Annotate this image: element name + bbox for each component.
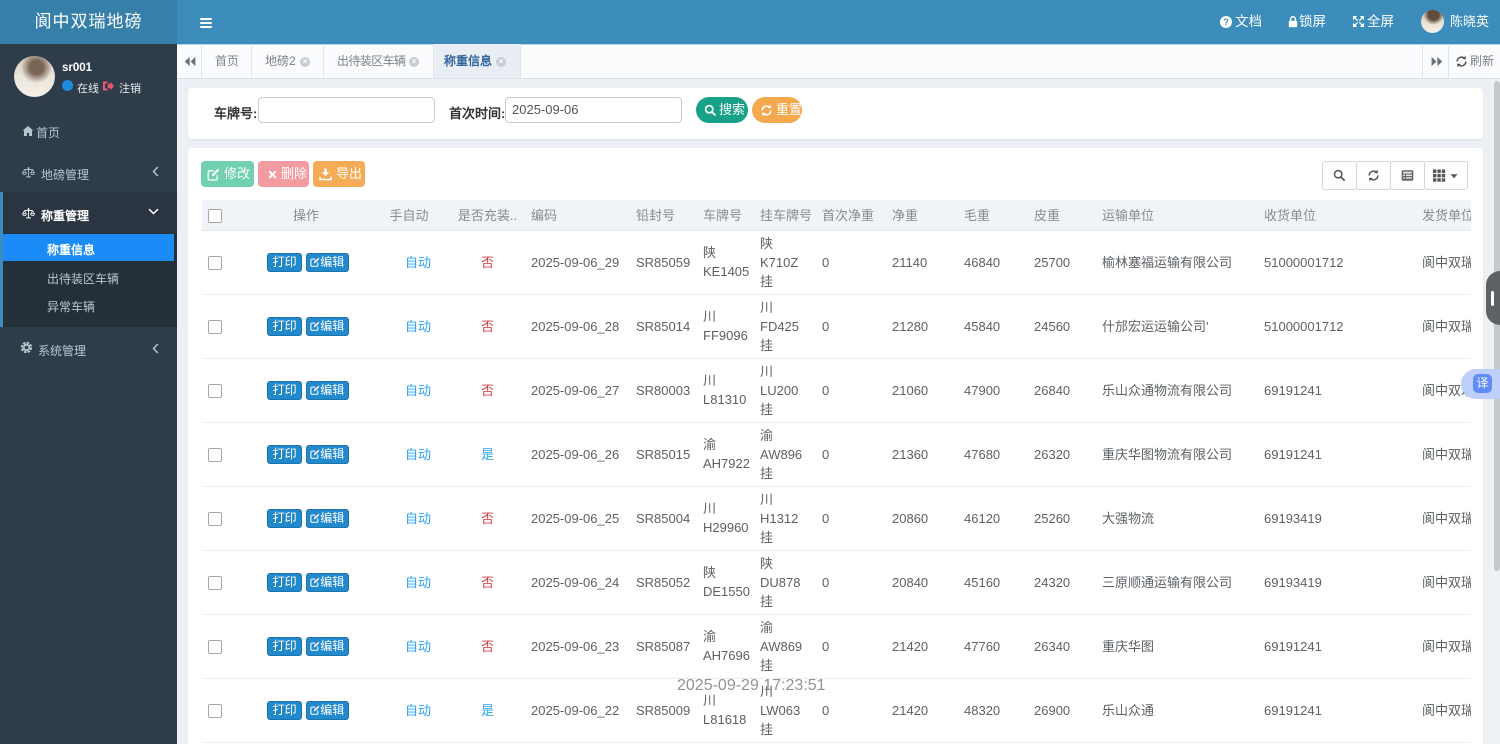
svg-text:?: ? bbox=[1223, 17, 1229, 27]
